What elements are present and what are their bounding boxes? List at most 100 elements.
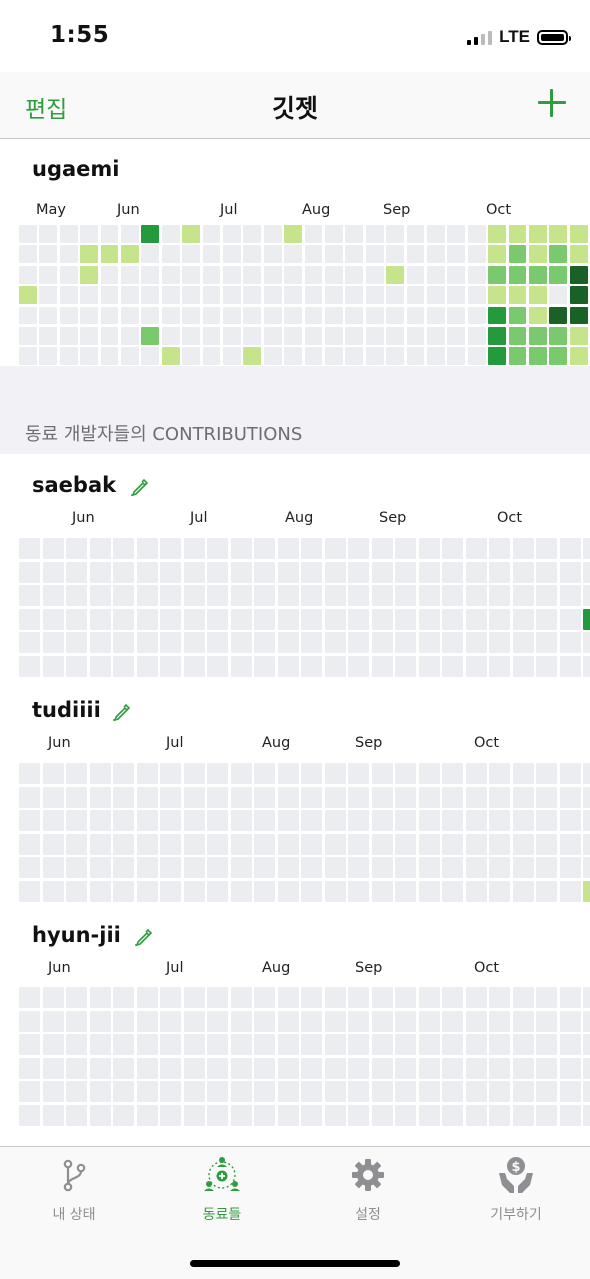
contribution-cell <box>489 1034 510 1055</box>
contribution-cell <box>371 810 393 831</box>
contribution-cell <box>19 585 40 606</box>
pencil-icon[interactable] <box>130 477 150 497</box>
contribution-cell <box>254 1104 275 1126</box>
contribution-cell <box>512 786 534 808</box>
contribution-cell <box>489 763 510 784</box>
contribution-cell <box>348 763 369 784</box>
contribution-cell <box>442 1034 463 1055</box>
contribution-cell <box>254 608 275 630</box>
contribution-cell <box>465 833 487 855</box>
contribution-cell <box>19 347 37 366</box>
contribution-cell <box>160 632 181 653</box>
contribution-cell <box>395 1010 416 1032</box>
contribution-cell <box>371 763 393 784</box>
contribution-cell <box>182 306 201 325</box>
pencil-icon[interactable] <box>112 702 132 722</box>
contribution-cell <box>325 225 343 243</box>
contribution-cell <box>136 880 158 902</box>
contribution-cell <box>277 632 299 653</box>
pencil-icon[interactable] <box>134 927 154 947</box>
contribution-cell <box>136 810 158 831</box>
contribution-cell <box>113 1104 134 1126</box>
tab-donate[interactable]: $ 기부하기 <box>442 1147 590 1237</box>
contribution-cell <box>529 347 547 366</box>
contribution-cell <box>447 306 466 325</box>
contribution-cell <box>365 327 384 345</box>
contribution-cell <box>230 585 252 606</box>
contribution-cell <box>569 245 588 264</box>
contribution-cell <box>418 987 440 1008</box>
plus-icon[interactable] <box>538 89 566 117</box>
contribution-cell <box>324 880 346 902</box>
contribution-cell <box>136 786 158 808</box>
contribution-cell <box>89 1010 111 1032</box>
home-indicator[interactable] <box>190 1260 400 1267</box>
contribution-cell <box>121 327 139 345</box>
contribution-cell <box>512 561 534 583</box>
contribution-cell <box>489 608 510 630</box>
contribution-cell <box>465 585 487 606</box>
colleague-card[interactable]: hyun-jii Jun Jul Aug Sep Oct <box>0 905 590 1131</box>
contribution-cell <box>304 347 323 366</box>
contribution-cell <box>254 1010 275 1032</box>
contribution-cell <box>230 632 252 653</box>
contribution-cell <box>113 632 134 653</box>
my-contributions-card[interactable]: ugaemi May Jun Jul Aug Sep Oct <box>0 139 590 366</box>
contribution-cell <box>467 245 486 264</box>
month-label: Sep <box>355 735 383 751</box>
contribution-cell <box>371 880 393 902</box>
contribution-cell <box>202 265 221 284</box>
contribution-cell <box>395 1104 416 1126</box>
contribution-cell <box>89 1034 111 1055</box>
contribution-cell <box>66 763 87 784</box>
contribution-cell <box>277 987 299 1008</box>
contribution-cell <box>254 857 275 878</box>
contribution-cell <box>418 538 440 559</box>
tab-settings[interactable]: 설정 <box>294 1147 442 1237</box>
contribution-cell <box>489 786 510 808</box>
contribution-cell <box>160 1010 181 1032</box>
tab-my-status[interactable]: 내 상태 <box>0 1147 148 1237</box>
month-label: Jun <box>72 510 95 526</box>
contribution-cell <box>42 880 64 902</box>
contribution-cell <box>427 347 445 366</box>
colleague-card[interactable]: tudiiii Jun Jul Aug Sep Oct <box>0 680 590 905</box>
contribution-cell <box>427 327 445 345</box>
contribution-cell <box>583 880 590 902</box>
contribution-cell <box>406 245 425 264</box>
contribution-cell <box>324 632 346 653</box>
contribution-cell <box>42 763 64 784</box>
contribution-cell <box>395 1081 416 1102</box>
contribution-cell <box>549 306 568 325</box>
month-label: Aug <box>285 510 314 526</box>
colleague-card[interactable]: saebak Jun Jul Aug Sep Oct <box>0 455 590 680</box>
contribution-cell <box>66 810 87 831</box>
contribution-cell <box>536 608 557 630</box>
contribution-cell <box>301 880 322 902</box>
contribution-cell <box>66 1104 87 1126</box>
colleague-name: hyun-jii <box>32 923 121 947</box>
tab-colleagues[interactable]: 동료들 <box>148 1147 296 1237</box>
contribution-cell <box>263 347 282 366</box>
contribution-cell <box>418 608 440 630</box>
month-label: Aug <box>262 960 291 976</box>
contribution-cell <box>395 538 416 559</box>
contribution-cell <box>161 306 180 325</box>
contribution-cell <box>100 286 119 305</box>
contribution-cell <box>254 880 275 902</box>
user-name: ugaemi <box>32 157 120 181</box>
contribution-cell <box>136 1081 158 1102</box>
contribution-cell <box>536 538 557 559</box>
contribution-cell <box>277 833 299 855</box>
contribution-cell <box>569 327 588 345</box>
contribution-cell <box>230 608 252 630</box>
contribution-cell <box>19 538 40 559</box>
contribution-cell <box>371 857 393 878</box>
contribution-cell <box>489 880 510 902</box>
contribution-cell <box>136 763 158 784</box>
contribution-cell <box>324 810 346 831</box>
contribution-cell <box>371 786 393 808</box>
contribution-cell <box>406 225 425 243</box>
contribution-cell <box>488 306 507 325</box>
contribution-cell <box>89 608 111 630</box>
